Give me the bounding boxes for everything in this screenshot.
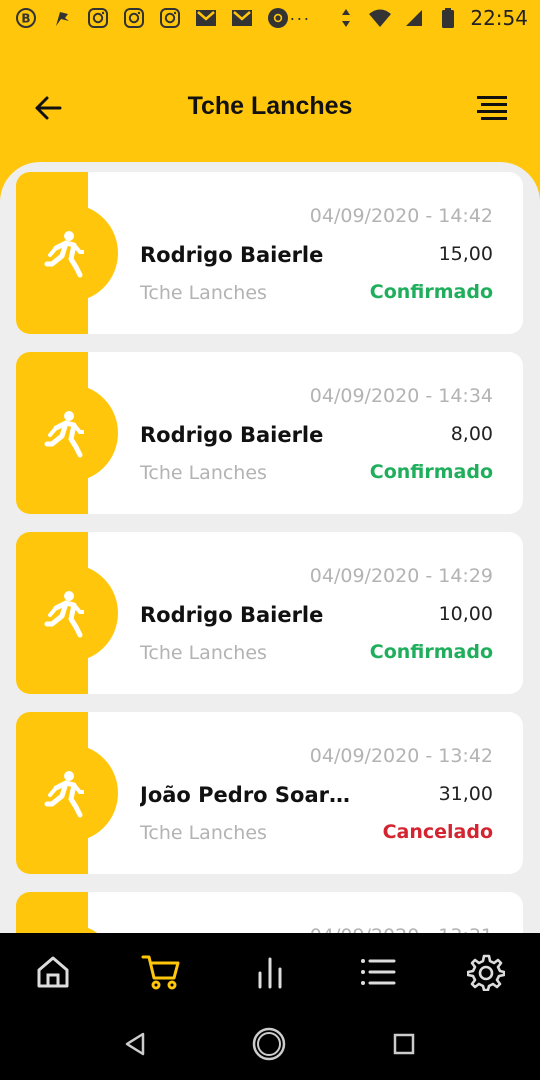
notification-icons: B [14,6,290,30]
order-card[interactable]: 04/09/2020 - 13:31 [16,892,523,934]
delivery-runner-icon [44,591,84,638]
chrome-icon [266,6,290,30]
customer-name: João Pedro Soare... [140,783,360,807]
nav-orders[interactable] [134,947,188,997]
flag-icon [50,6,74,30]
status-badge: Confirmado [369,641,493,663]
status-badge: Confirmado [369,461,493,483]
order-date: 04/09/2020 - 14:29 [309,565,493,587]
instagram-icon [122,6,146,30]
status-badge: Confirmado [369,281,493,303]
square-recents-icon [393,1033,415,1055]
cart-icon [141,955,180,990]
battery-icon [436,6,460,30]
system-nav-bar [0,1010,540,1080]
status-badge: Cancelado [382,821,493,843]
instagram-icon [158,6,182,30]
chart-icon [258,957,282,989]
order-value: 15,00 [438,243,493,265]
delivery-runner-icon [44,771,84,818]
nav-list[interactable] [351,947,405,997]
store-name: Tche Lanches [140,642,267,664]
system-back-button[interactable] [115,1024,155,1064]
order-value: 10,00 [438,603,493,625]
bitcoin-icon: B [14,6,38,30]
store-name: Tche Lanches [140,462,267,484]
order-date: 04/09/2020 - 14:34 [309,385,493,407]
order-card[interactable]: 04/09/2020 - 14:29 Rodrigo Baierle 10,00… [16,532,523,694]
order-date: 04/09/2020 - 13:42 [309,745,493,767]
menu-icon [477,96,507,120]
store-name: Tche Lanches [140,822,267,844]
triangle-back-icon [125,1032,145,1056]
order-card[interactable]: 04/09/2020 - 13:42 João Pedro Soare... 3… [16,712,523,874]
customer-name: Rodrigo Baierle [140,603,324,627]
clock: 22:54 [470,6,528,30]
customer-name: Rodrigo Baierle [140,423,324,447]
nav-settings[interactable] [459,947,513,997]
store-name: Tche Lanches [140,282,267,304]
page-title: Tche Lanches [187,92,353,120]
more-notifications-indicator: ··· [289,7,311,28]
system-recents-button[interactable] [384,1024,424,1064]
order-card[interactable]: 04/09/2020 - 14:34 Rodrigo Baierle 8,00 … [16,352,523,514]
app-bar: Tche Lanches [0,70,540,146]
order-value: 31,00 [438,783,493,805]
order-card[interactable]: 04/09/2020 - 14:42 Rodrigo Baierle 15,00… [16,172,523,334]
order-value: 8,00 [450,423,493,445]
customer-name: Rodrigo Baierle [140,243,324,267]
gmail-icon [194,6,218,30]
settings-icon [467,954,505,991]
home-icon [37,956,69,988]
status-right: ··· 22:54 [289,6,528,30]
wifi-icon [368,6,392,30]
system-home-button[interactable] [249,1024,289,1064]
circle-home-icon [252,1027,286,1061]
svg-text:B: B [21,12,30,26]
list-icon [361,959,396,985]
nav-reports[interactable] [243,947,297,997]
delivery-runner-icon [44,231,84,278]
nav-home[interactable] [26,947,80,997]
data-transfer-icon [334,6,358,30]
orders-list[interactable]: 04/09/2020 - 14:42 Rodrigo Baierle 15,00… [0,162,540,934]
menu-button[interactable] [472,90,512,126]
gmail-icon [230,6,254,30]
order-date: 04/09/2020 - 14:42 [309,205,493,227]
bottom-nav [0,933,540,1010]
signal-icon [402,6,426,30]
status-bar: B ··· 22:54 [0,0,540,36]
delivery-runner-icon [44,411,84,458]
instagram-icon [86,6,110,30]
